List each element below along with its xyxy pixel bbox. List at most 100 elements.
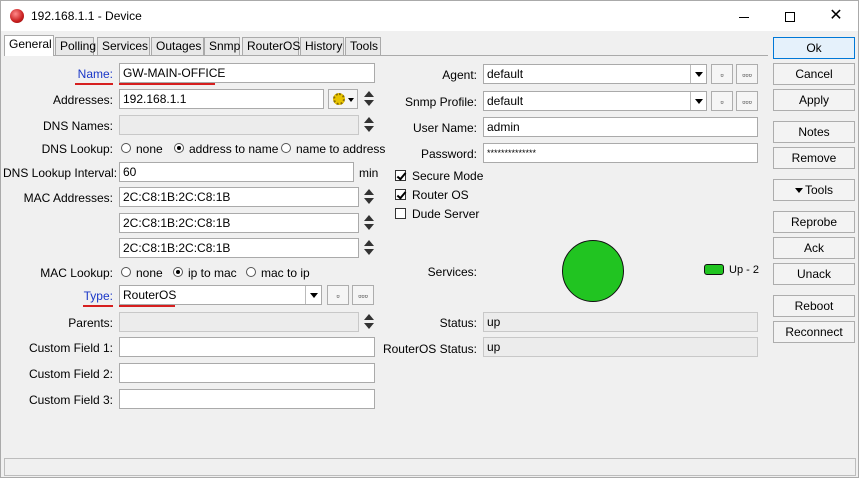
router-os-checkbox[interactable] bbox=[395, 189, 406, 200]
mac-address-3-updown-icon[interactable] bbox=[363, 238, 375, 258]
maximize-button[interactable] bbox=[767, 1, 813, 31]
tab-history[interactable]: History bbox=[300, 37, 344, 55]
addresses-updown-icon[interactable] bbox=[363, 89, 375, 109]
dns-lookup-interval-field[interactable]: 60 bbox=[119, 162, 354, 182]
tab-outages[interactable]: Outages bbox=[151, 37, 204, 55]
ack-button[interactable]: Ack bbox=[773, 237, 855, 259]
agent-select[interactable]: default bbox=[483, 64, 707, 84]
type-list-button[interactable]: ▫▫▫ bbox=[352, 285, 374, 305]
tab-polling[interactable]: Polling bbox=[55, 37, 96, 55]
name-value-highlight bbox=[119, 83, 215, 85]
cancel-button[interactable]: Cancel bbox=[773, 63, 855, 85]
mac-address-1-updown-icon[interactable] bbox=[363, 187, 375, 207]
tools-button-label: Tools bbox=[804, 183, 833, 197]
app-icon bbox=[10, 9, 24, 23]
remove-button[interactable]: Remove bbox=[773, 147, 855, 169]
tab-routeros[interactable]: RouterOS bbox=[242, 37, 300, 55]
reconnect-button[interactable]: Reconnect bbox=[773, 321, 855, 343]
dude-server-checkbox[interactable] bbox=[395, 208, 406, 219]
snmp-profile-label: Snmp Profile: bbox=[404, 95, 477, 109]
custom-field-2-input[interactable] bbox=[119, 363, 375, 383]
minimize-icon bbox=[739, 16, 749, 18]
type-open-button[interactable]: ▫ bbox=[327, 285, 349, 305]
type-label-highlight bbox=[83, 305, 113, 307]
status-bar bbox=[4, 458, 856, 476]
dns-lookup-interval-unit: min bbox=[359, 166, 379, 180]
services-status-circle bbox=[562, 240, 624, 302]
secure-mode-checkbox[interactable] bbox=[395, 170, 406, 181]
user-name-label: User Name: bbox=[412, 121, 477, 135]
parents-updown-icon[interactable] bbox=[363, 312, 375, 332]
services-label: Services: bbox=[427, 265, 477, 279]
apply-button[interactable]: Apply bbox=[773, 89, 855, 111]
services-legend-label: Up - 2 bbox=[729, 264, 759, 276]
custom-field-1-input[interactable] bbox=[119, 337, 375, 357]
device-window: 192.168.1.1 - Device ✕ General Polling S… bbox=[0, 0, 859, 478]
type-dropdown-icon[interactable] bbox=[305, 286, 321, 304]
user-name-field[interactable]: admin bbox=[483, 117, 758, 137]
name-label-highlight bbox=[75, 83, 113, 85]
custom-field-2-label: Custom Field 2: bbox=[28, 367, 113, 381]
dns-lookup-none-label: none bbox=[136, 142, 163, 156]
chevron-down-icon bbox=[348, 98, 354, 102]
mac-lookup-ip-to-mac-radio[interactable] bbox=[173, 267, 183, 277]
mac-lookup-label: MAC Lookup: bbox=[40, 266, 113, 280]
snmp-profile-dropdown-icon[interactable] bbox=[690, 92, 706, 110]
routeros-status-value: up bbox=[483, 337, 758, 357]
minimize-button[interactable] bbox=[721, 1, 767, 31]
custom-field-3-label: Custom Field 3: bbox=[28, 393, 113, 407]
addresses-field[interactable]: 192.168.1.1 bbox=[119, 89, 324, 109]
mac-lookup-mac-to-ip-label: mac to ip bbox=[261, 266, 310, 280]
secure-mode-label: Secure Mode bbox=[412, 169, 484, 183]
tab-general[interactable]: General bbox=[4, 35, 54, 56]
mac-lookup-none-label: none bbox=[136, 266, 163, 280]
status-label: Status: bbox=[439, 316, 477, 330]
reboot-button[interactable]: Reboot bbox=[773, 295, 855, 317]
services-legend-swatch bbox=[704, 264, 724, 275]
agent-dropdown-icon[interactable] bbox=[690, 65, 706, 83]
tab-snmp[interactable]: Snmp bbox=[204, 37, 240, 55]
snmp-profile-select[interactable]: default bbox=[483, 91, 707, 111]
mac-address-field-1[interactable]: 2C:C8:1B:2C:C8:1B bbox=[119, 187, 359, 207]
mac-lookup-none-radio[interactable] bbox=[121, 267, 131, 277]
close-button[interactable]: ✕ bbox=[813, 1, 859, 31]
ok-button[interactable]: Ok bbox=[773, 37, 855, 59]
tab-tools[interactable]: Tools bbox=[345, 37, 381, 55]
type-label[interactable]: Type: bbox=[41, 289, 113, 303]
type-value-highlight bbox=[119, 305, 175, 307]
snmp-profile-open-button[interactable]: ▫ bbox=[711, 91, 733, 111]
notes-button[interactable]: Notes bbox=[773, 121, 855, 143]
custom-field-3-input[interactable] bbox=[119, 389, 375, 409]
unack-button[interactable]: Unack bbox=[773, 263, 855, 285]
mac-address-field-2[interactable]: 2C:C8:1B:2C:C8:1B bbox=[119, 213, 359, 233]
tools-button[interactable]: Tools bbox=[773, 179, 855, 201]
password-field[interactable]: ************** bbox=[483, 143, 758, 163]
tab-services[interactable]: Services bbox=[97, 37, 150, 55]
dns-names-updown-icon[interactable] bbox=[363, 115, 375, 135]
dns-names-field[interactable] bbox=[119, 115, 359, 135]
name-field[interactable]: GW-MAIN-OFFICE bbox=[119, 63, 375, 83]
name-label[interactable]: Name: bbox=[61, 67, 113, 81]
mac-lookup-ip-to-mac-label: ip to mac bbox=[188, 266, 237, 280]
mac-address-field-3[interactable]: 2C:C8:1B:2C:C8:1B bbox=[119, 238, 359, 258]
address-options-button[interactable] bbox=[328, 89, 358, 109]
mac-address-2-updown-icon[interactable] bbox=[363, 213, 375, 233]
password-label: Password: bbox=[420, 147, 477, 161]
type-select[interactable]: RouterOS bbox=[119, 285, 322, 305]
addresses-label: Addresses: bbox=[52, 93, 113, 107]
dns-lookup-name-to-address-radio[interactable] bbox=[281, 143, 291, 153]
mac-addresses-label: MAC Addresses: bbox=[23, 191, 113, 205]
mac-lookup-mac-to-ip-radio[interactable] bbox=[246, 267, 256, 277]
chevron-down-icon bbox=[794, 188, 803, 194]
dns-lookup-address-to-name-radio[interactable] bbox=[174, 143, 184, 153]
title-bar: 192.168.1.1 - Device ✕ bbox=[1, 1, 858, 31]
reprobe-button[interactable]: Reprobe bbox=[773, 211, 855, 233]
agent-list-button[interactable]: ▫▫▫ bbox=[736, 64, 758, 84]
snmp-profile-list-button[interactable]: ▫▫▫ bbox=[736, 91, 758, 111]
status-value: up bbox=[483, 312, 758, 332]
dns-lookup-interval-label: DNS Lookup Interval: bbox=[3, 166, 118, 180]
dns-lookup-none-radio[interactable] bbox=[121, 143, 131, 153]
agent-open-button[interactable]: ▫ bbox=[711, 64, 733, 84]
parents-field[interactable] bbox=[119, 312, 359, 332]
agent-label: Agent: bbox=[442, 68, 477, 82]
